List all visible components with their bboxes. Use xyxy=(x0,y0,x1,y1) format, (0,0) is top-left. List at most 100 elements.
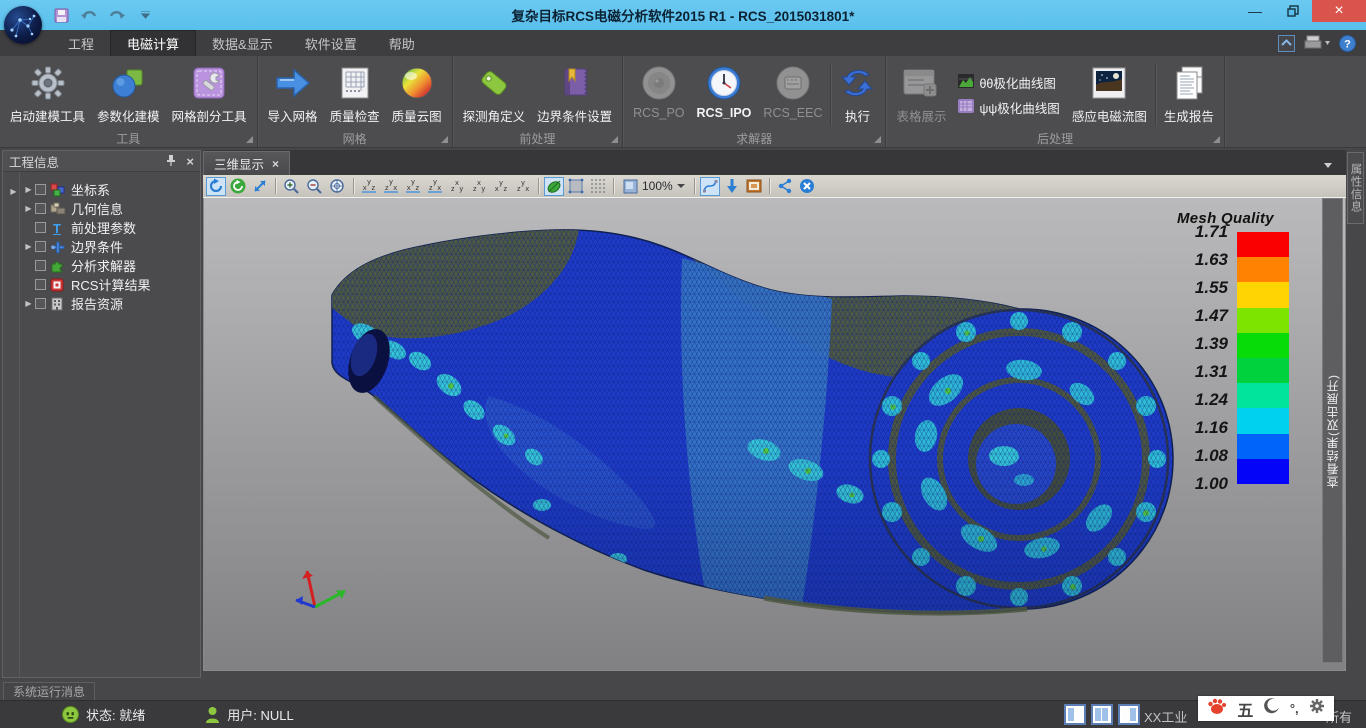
quality-cloud-button[interactable]: 质量云图 xyxy=(386,59,448,130)
export-image-button[interactable] xyxy=(744,177,764,196)
ime-gear-icon[interactable] xyxy=(1309,698,1325,719)
tab-3d-display[interactable]: 三维显示 × xyxy=(203,151,290,175)
tree-item-report-resources[interactable]: ▶ 报告资源 xyxy=(3,294,200,313)
undo-icon[interactable] xyxy=(80,6,98,24)
collapse-ribbon-icon[interactable] xyxy=(1278,35,1295,52)
view-axis-button-3[interactable]: yx z xyxy=(403,177,423,196)
3d-viewport[interactable]: Mesh Quality 1.711.63 1.551.47 1.391.31 … xyxy=(203,198,1346,671)
expander-icon[interactable]: ▶ xyxy=(22,299,35,308)
qat-more-icon[interactable] xyxy=(136,6,154,24)
save-icon[interactable] xyxy=(52,6,70,24)
layout-left-panel-icon[interactable] xyxy=(1064,704,1086,725)
generate-report-button[interactable]: 生成报告 xyxy=(1158,59,1220,130)
tab-list-dropdown-icon[interactable] xyxy=(1324,163,1332,168)
view-axis-button-2[interactable]: yz x xyxy=(381,177,401,196)
tab-project[interactable]: 工程 xyxy=(52,30,110,56)
dialog-launcher-icon[interactable] xyxy=(874,136,881,143)
mesh-partition-tool-button[interactable]: 网格剖分工具 xyxy=(166,59,253,130)
restore-button[interactable] xyxy=(1274,0,1312,22)
tree-checkbox[interactable] xyxy=(35,260,46,271)
orbit-view-button[interactable] xyxy=(228,177,248,196)
tree-item-boundary-conditions[interactable]: ▶ 边界条件 xyxy=(3,237,200,256)
layout-split-panel-icon[interactable] xyxy=(1091,704,1113,725)
launch-modeling-tool-button[interactable]: 启动建模工具 xyxy=(4,59,91,130)
psi-polarization-curve-button[interactable]: ψψ极化曲线图 xyxy=(958,98,1059,117)
tree-checkbox[interactable] xyxy=(35,203,46,214)
tab-em-compute[interactable]: 电磁计算 xyxy=(110,30,196,56)
expander-icon[interactable]: ▶ xyxy=(22,242,35,251)
view-axis-button-4[interactable]: yz x xyxy=(425,177,445,196)
minimize-button[interactable]: — xyxy=(1236,0,1274,22)
pin-icon[interactable] xyxy=(166,154,176,169)
cancel-circle-button[interactable] xyxy=(797,177,817,196)
parametric-modeling-button[interactable]: 参数化建模 xyxy=(91,59,166,130)
table-display-button[interactable]: 表格展示 xyxy=(890,59,952,130)
boundary-condition-button[interactable]: 边界条件设置 xyxy=(531,59,618,130)
solver-rcs-eec-button[interactable]: RCS_EEC xyxy=(757,59,828,130)
tree-item-rcs-results[interactable]: RCS计算结果 xyxy=(3,275,200,294)
layout-right-panel-icon[interactable] xyxy=(1118,704,1140,725)
ime-paw-icon[interactable] xyxy=(1207,697,1227,720)
app-logo[interactable] xyxy=(4,6,42,44)
curve-tool-button[interactable] xyxy=(700,177,720,196)
system-message-tab[interactable]: 系统运行消息 xyxy=(3,682,95,700)
tab-data-display[interactable]: 数据&显示 xyxy=(196,30,289,56)
zoom-fit-button[interactable] xyxy=(327,177,348,196)
wireframe-view-button[interactable] xyxy=(566,177,586,196)
rotate-view-button[interactable] xyxy=(206,177,226,196)
dialog-launcher-icon[interactable] xyxy=(246,136,253,143)
ime-wubi-mode[interactable]: 五 xyxy=(1237,697,1253,721)
view-results-collapsed-tab[interactable]: 查看结果(双击展开) xyxy=(1322,198,1343,663)
grid-view-button[interactable] xyxy=(588,177,608,196)
user-indicator: 用户: NULL xyxy=(205,705,293,724)
shaded-view-button[interactable] xyxy=(544,177,564,196)
execute-button[interactable]: 执行 xyxy=(833,59,881,130)
property-info-tab[interactable]: 属性信息 xyxy=(1347,152,1364,224)
ime-moon-icon[interactable] xyxy=(1264,698,1280,719)
theta-polarization-curve-button[interactable]: θθ极化曲线图 xyxy=(958,73,1059,92)
zoom-level-combo[interactable]: 100% xyxy=(619,179,689,194)
import-mesh-button[interactable]: 导入网格 xyxy=(262,59,324,130)
induction-current-map-button[interactable]: 感应电磁流图 xyxy=(1066,59,1153,130)
redo-icon[interactable] xyxy=(108,6,126,24)
print-tool-icon[interactable] xyxy=(1304,34,1330,52)
close-button[interactable]: × xyxy=(1312,0,1366,22)
tree-item-analysis-solver[interactable]: 分析求解器 xyxy=(3,256,200,275)
tab-help[interactable]: 帮助 xyxy=(373,30,431,56)
view-axis-button-1[interactable]: yx z xyxy=(359,177,379,196)
help-icon[interactable]: ? xyxy=(1339,35,1356,52)
tree-item-geometry-info[interactable]: ▶ 几何信息 xyxy=(3,199,200,218)
tree-checkbox[interactable] xyxy=(35,279,46,290)
expander-icon[interactable]: ▶ xyxy=(22,204,35,213)
view-axis-button-6[interactable]: xz y xyxy=(469,177,489,196)
quality-check-button[interactable]: 质量检查 xyxy=(324,59,386,130)
zoom-in-button[interactable] xyxy=(281,177,302,196)
view-axis-button-7[interactable]: yx z xyxy=(491,177,511,196)
dialog-launcher-icon[interactable] xyxy=(441,136,448,143)
tree-item-preprocess-params[interactable]: T 前处理参数 xyxy=(3,218,200,237)
view-axis-button-8[interactable]: yz x xyxy=(513,177,533,196)
tab-close-icon[interactable]: × xyxy=(272,157,279,171)
panel-close-icon[interactable]: × xyxy=(186,154,194,169)
view-axis-button-5[interactable]: xz y xyxy=(447,177,467,196)
dialog-launcher-icon[interactable] xyxy=(1213,136,1220,143)
tab-settings[interactable]: 软件设置 xyxy=(289,30,373,56)
zoom-out-button[interactable] xyxy=(304,177,325,196)
ime-punctuation-mode[interactable]: °, xyxy=(1290,701,1299,716)
dialog-launcher-icon[interactable] xyxy=(611,136,618,143)
button-label: 网格剖分工具 xyxy=(172,106,247,125)
solver-rcs-ipo-button[interactable]: RCS_IPO xyxy=(691,59,758,130)
tree-checkbox[interactable] xyxy=(35,222,46,233)
pan-view-button[interactable] xyxy=(250,177,270,196)
solver-rcs-po-button[interactable]: RCS_PO xyxy=(627,59,690,130)
tree-item-coordinate-system[interactable]: ▶ ▶ 坐标系 xyxy=(3,180,200,199)
tree-checkbox[interactable] xyxy=(35,184,46,195)
download-view-button[interactable] xyxy=(722,177,742,196)
tree-checkbox[interactable] xyxy=(35,241,46,252)
tree-checkbox[interactable] xyxy=(35,298,46,309)
share-nodes-button[interactable] xyxy=(775,177,795,196)
3d-model-canvas[interactable] xyxy=(204,198,1346,671)
rainbow-sphere-icon xyxy=(399,63,435,103)
probe-angle-button[interactable]: 探测角定义 xyxy=(457,59,532,130)
expander-icon[interactable]: ▶ xyxy=(22,185,35,194)
